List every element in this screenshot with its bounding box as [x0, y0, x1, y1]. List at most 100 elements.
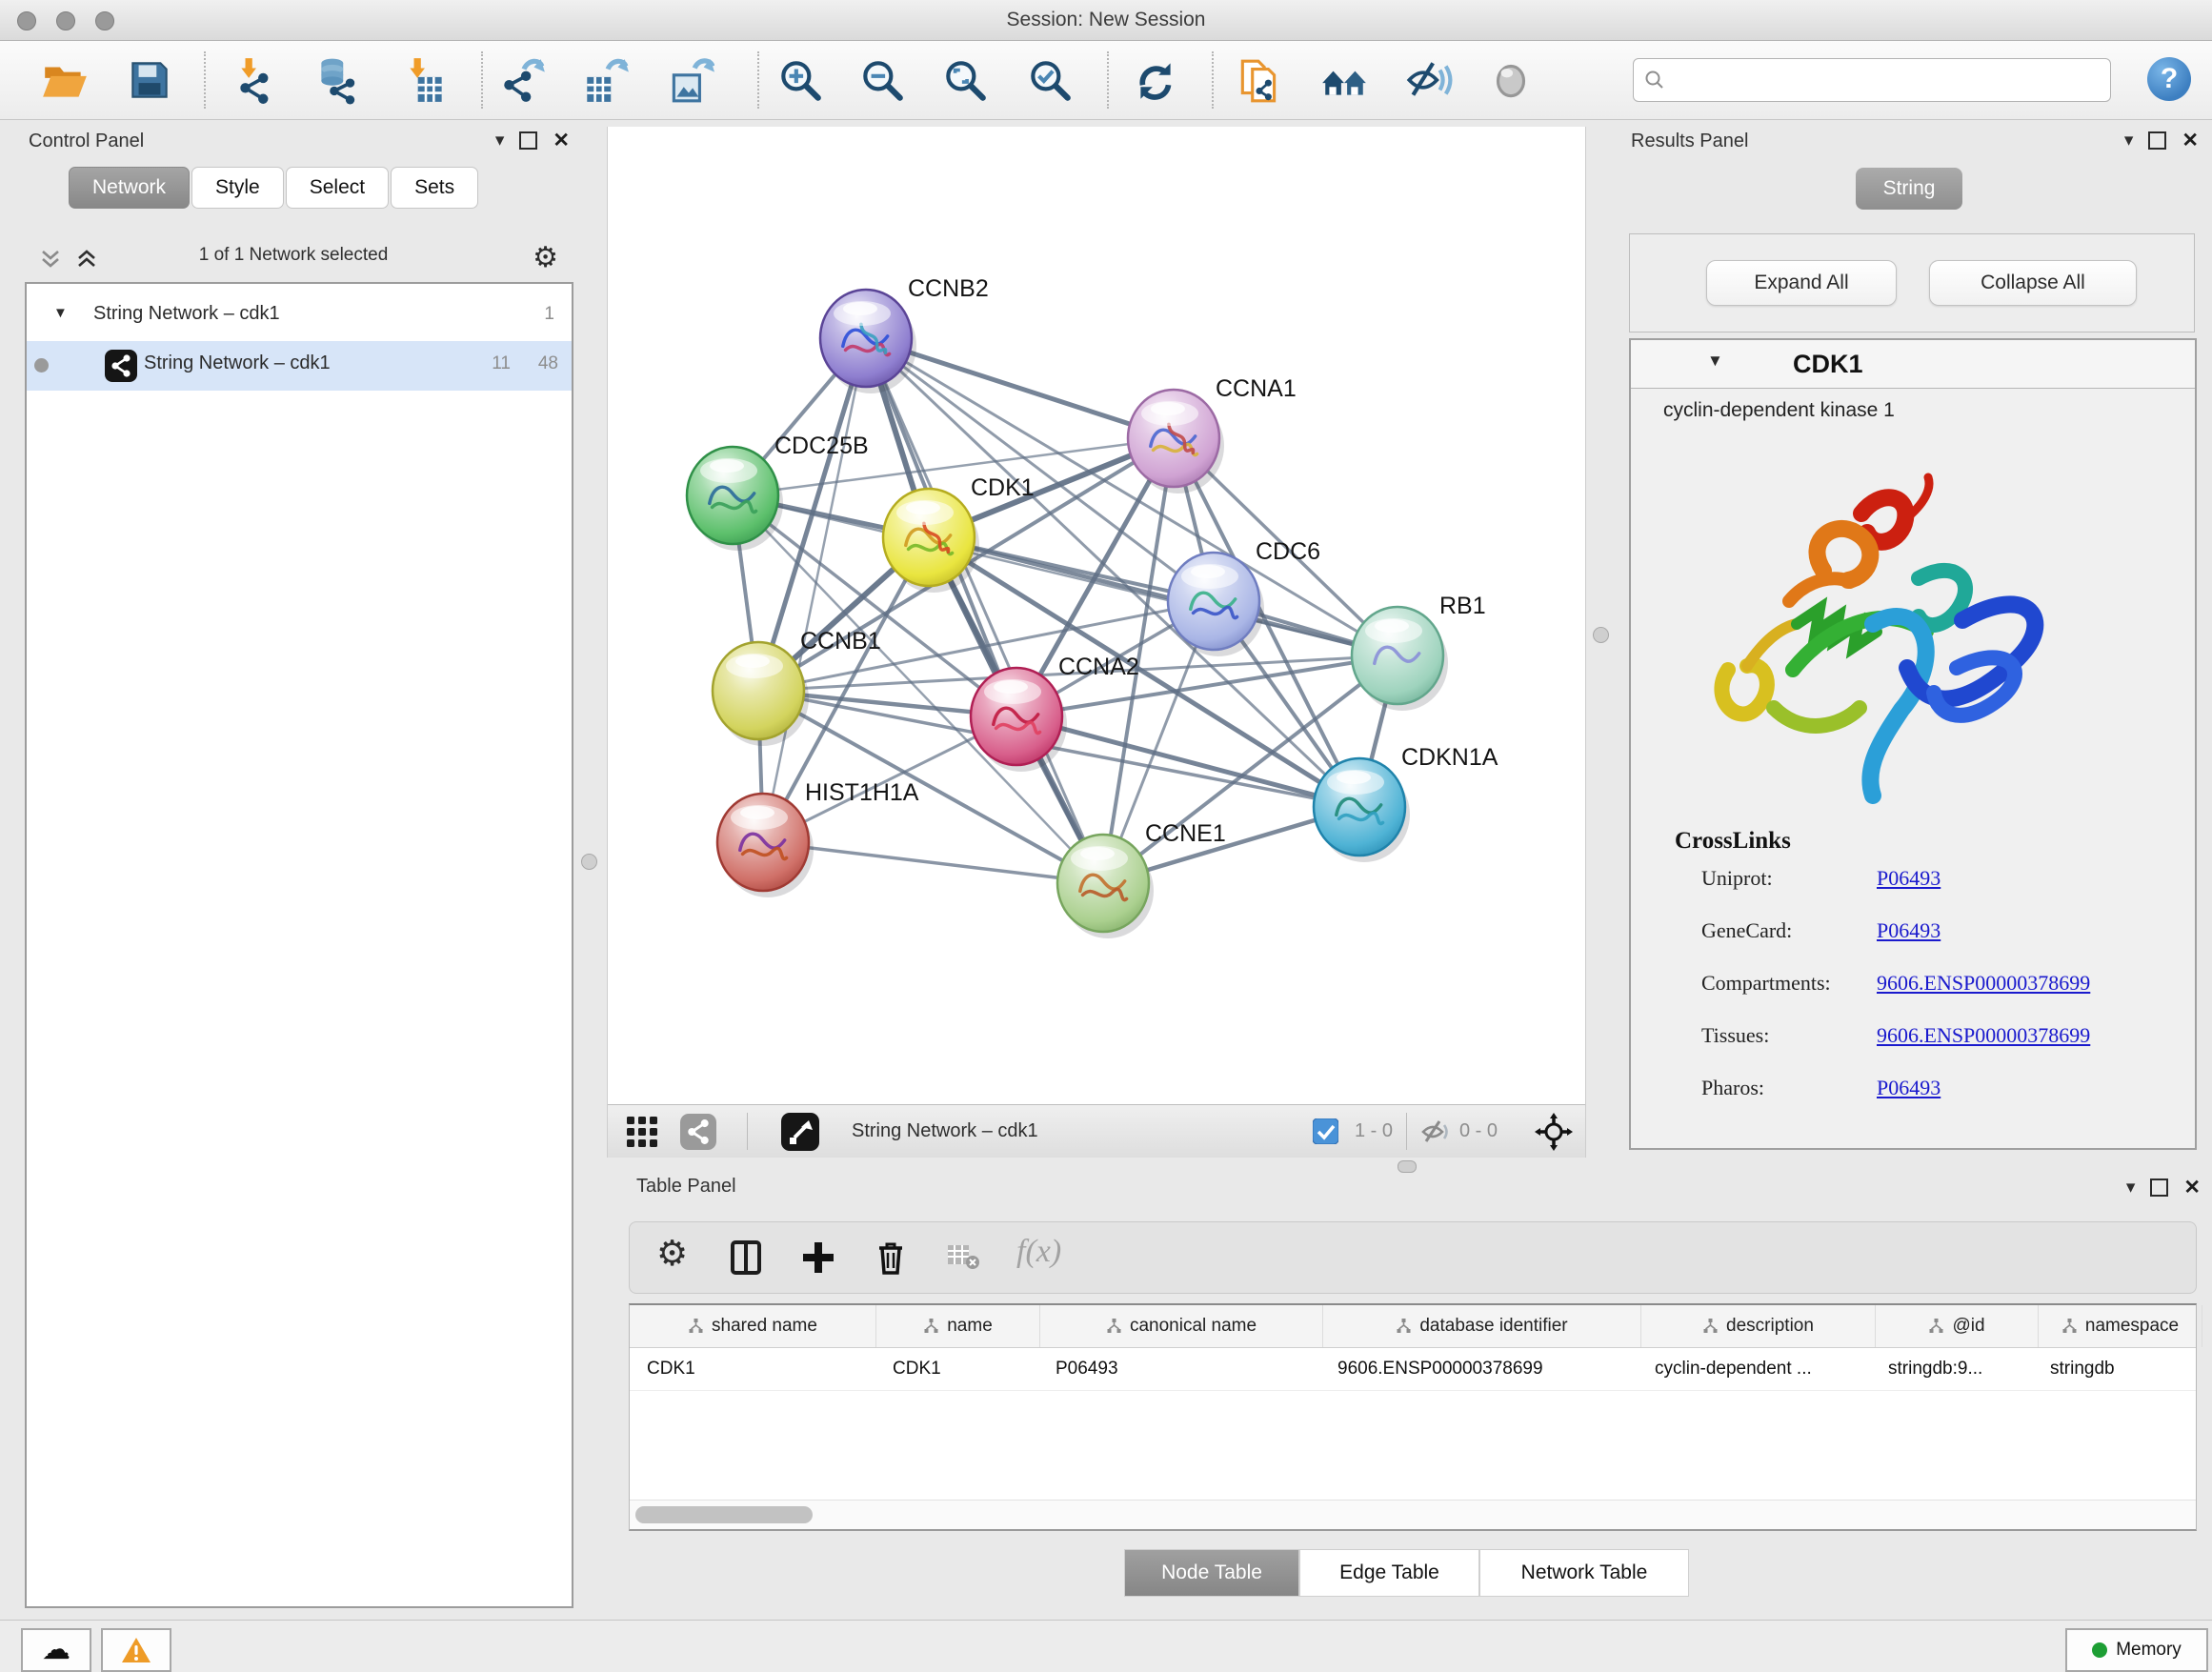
export-network-icon[interactable] [498, 55, 548, 105]
network-node-count: 11 [492, 353, 511, 374]
network-node-CCNB1[interactable]: CCNB1 [713, 628, 881, 746]
column-header-description[interactable]: description [1641, 1305, 1876, 1347]
open-session-icon[interactable] [40, 55, 90, 105]
crosslink-link[interactable]: 9606.ENSP00000378699 [1877, 1023, 2090, 1048]
crosslink-link[interactable]: P06493 [1877, 918, 1941, 943]
collection-expand-icon[interactable]: ▼ [53, 305, 68, 321]
cell-description[interactable]: cyclin-dependent ... [1638, 1348, 1871, 1390]
selected-nodes-checkbox[interactable] [1313, 1105, 1338, 1158]
hidden-eye-slash-icon[interactable] [1419, 1105, 1452, 1158]
edge-CCNB2-HIST1H1A[interactable] [763, 338, 866, 842]
cell-database-identifier[interactable]: 9606.ENSP00000378699 [1320, 1348, 1638, 1390]
import-table-icon[interactable] [401, 55, 451, 105]
control-panel-collapse-icon[interactable]: ▾ [495, 130, 505, 151]
network-share-view-icon[interactable] [680, 1105, 716, 1158]
network-options-gear-icon[interactable]: ⚙ [533, 241, 558, 274]
zoom-in-icon[interactable] [775, 55, 825, 105]
tab-select[interactable]: Select [286, 167, 389, 209]
hide-panel-eye-icon[interactable] [1403, 55, 1453, 105]
control-panel-float-icon[interactable] [519, 131, 537, 150]
column-header-canonical-name[interactable]: canonical name [1040, 1305, 1323, 1347]
column-header-shared-name[interactable]: shared name [630, 1305, 876, 1347]
right-splitter-handle[interactable] [1593, 627, 1609, 643]
network-node-CCNB2[interactable]: CCNB2 [820, 275, 989, 393]
birds-eye-view-icon[interactable] [781, 1105, 819, 1158]
refresh-icon[interactable] [1131, 55, 1180, 105]
left-splitter-handle[interactable] [581, 854, 597, 870]
crosslink-link[interactable]: P06493 [1877, 866, 1941, 891]
show-columns-icon[interactable] [727, 1239, 765, 1277]
zoom-out-icon[interactable] [857, 55, 907, 105]
table-row[interactable]: CDK1CDK1P064939606.ENSP00000378699cyclin… [630, 1348, 2196, 1391]
network-node-HIST1H1A[interactable]: HIST1H1A [717, 779, 919, 897]
results-panel-float-icon[interactable] [2148, 131, 2166, 150]
results-panel-title: Results Panel [1631, 131, 1748, 152]
edge-CCNA2-CDKN1A[interactable] [1016, 716, 1359, 807]
table-panel-collapse-icon[interactable]: ▾ [2126, 1177, 2136, 1199]
network-node-CDKN1A[interactable]: CDKN1A [1314, 744, 1498, 862]
edge-CDK1-RB1[interactable] [929, 537, 1398, 655]
network-row-selected[interactable]: String Network – cdk1 11 48 [27, 341, 572, 391]
tab-sets[interactable]: Sets [391, 167, 478, 209]
cell--id[interactable]: stringdb:9... [1871, 1348, 2033, 1390]
column-header-namespace[interactable]: namespace [2039, 1305, 2202, 1347]
network-node-CCNA1[interactable]: CCNA1 [1128, 375, 1297, 494]
table-settings-gear-icon[interactable]: ⚙ [656, 1233, 694, 1271]
grid-view-icon[interactable] [625, 1105, 659, 1158]
results-panel-collapse-icon[interactable]: ▾ [2124, 130, 2134, 151]
export-table-icon[interactable] [580, 55, 630, 105]
tab-network[interactable]: Network [69, 167, 190, 209]
protein-card-header[interactable]: ▼ CDK1 [1631, 340, 2195, 389]
import-network-icon[interactable] [232, 55, 282, 105]
table-panel-float-icon[interactable] [2150, 1178, 2168, 1197]
home-icon[interactable] [1319, 55, 1369, 105]
warnings-button[interactable] [101, 1628, 171, 1672]
zoom-selected-icon[interactable] [1025, 55, 1075, 105]
tab-node-table[interactable]: Node Table [1124, 1549, 1299, 1597]
import-database-icon[interactable] [312, 55, 362, 105]
tab-network-table[interactable]: Network Table [1479, 1549, 1689, 1597]
tab-string[interactable]: String [1856, 168, 1962, 210]
clone-network-icon[interactable] [1235, 55, 1284, 105]
delete-column-icon[interactable] [872, 1239, 910, 1277]
fit-selected-crosshair-icon[interactable] [1534, 1105, 1574, 1158]
network-canvas[interactable]: CCNB2CCNA1CDC25BCDK1CDC6RB1CCNB1CCNA2CDK… [607, 127, 1586, 1158]
cell-canonical-name[interactable]: P06493 [1038, 1348, 1320, 1390]
expand-all-button[interactable]: Expand All [1706, 260, 1897, 306]
network-collection-row[interactable]: ▼ String Network – cdk1 1 [27, 292, 572, 341]
table-horizontal-scrollbar[interactable] [630, 1500, 2196, 1529]
protein-collapse-icon[interactable]: ▼ [1707, 352, 1723, 371]
collapse-all-button[interactable]: Collapse All [1929, 260, 2137, 306]
save-session-icon[interactable] [125, 55, 174, 105]
memory-button[interactable]: Memory [2065, 1628, 2208, 1672]
cell-namespace[interactable]: stringdb [2033, 1348, 2196, 1390]
crosslink-row: Tissues:9606.ENSP00000378699 [1631, 1023, 2195, 1076]
network-node-CDK1[interactable]: CDK1 [883, 474, 1035, 593]
cloud-status-button[interactable]: ☁ [21, 1628, 91, 1672]
search-icon [1643, 69, 1666, 91]
add-column-icon[interactable] [799, 1239, 837, 1277]
network-node-RB1[interactable]: RB1 [1352, 593, 1486, 711]
tab-style[interactable]: Style [191, 167, 284, 209]
search-input[interactable] [1633, 58, 2111, 102]
cell-shared-name[interactable]: CDK1 [630, 1348, 875, 1390]
help-button[interactable]: ? [2147, 57, 2191, 101]
column-header-name[interactable]: name [876, 1305, 1040, 1347]
export-image-icon[interactable] [665, 55, 714, 105]
column-header-database-identifier[interactable]: database identifier [1323, 1305, 1641, 1347]
network-graph[interactable]: CCNB2CCNA1CDC25BCDK1CDC6RB1CCNB1CCNA2CDK… [608, 127, 1585, 1105]
zoom-fit-icon[interactable] [940, 55, 990, 105]
edge-HIST1H1A-CCNE1[interactable] [763, 842, 1103, 883]
cell-name[interactable]: CDK1 [875, 1348, 1038, 1390]
table-panel-close-icon[interactable]: ✕ [2183, 1176, 2201, 1199]
tab-edge-table[interactable]: Edge Table [1299, 1549, 1479, 1597]
results-panel-close-icon[interactable]: ✕ [2182, 129, 2199, 152]
column-header--id[interactable]: @id [1876, 1305, 2039, 1347]
control-panel-close-icon[interactable]: ✕ [553, 129, 570, 152]
crosslink-link[interactable]: P06493 [1877, 1076, 1941, 1100]
scrollbar-thumb[interactable] [635, 1506, 813, 1523]
bottom-splitter-handle[interactable] [1398, 1160, 1417, 1173]
network-node-CDC25B[interactable]: CDC25B [687, 433, 869, 551]
show-eye-icon[interactable] [1486, 55, 1536, 105]
crosslink-link[interactable]: 9606.ENSP00000378699 [1877, 971, 2090, 996]
